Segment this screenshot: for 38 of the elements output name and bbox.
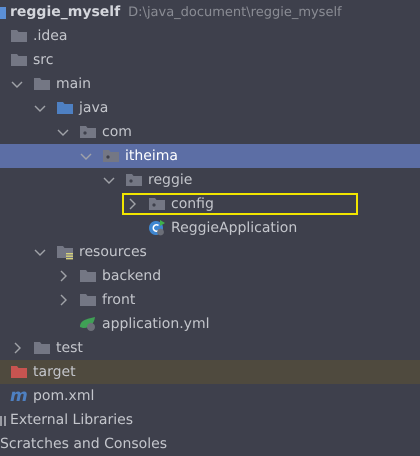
- maven-icon: m: [10, 388, 28, 404]
- package-folder-icon: [148, 196, 166, 212]
- folder-icon: [10, 28, 28, 44]
- tree-item[interactable]: ReggieApplication: [171, 220, 298, 236]
- tree-item[interactable]: config: [171, 196, 214, 212]
- tree-item[interactable]: target: [33, 364, 76, 380]
- class-icon: [148, 220, 166, 236]
- package-folder-icon: [79, 124, 97, 140]
- project-name: reggie_myself: [10, 4, 120, 20]
- tree-item[interactable]: reggie: [148, 172, 192, 188]
- tree-item[interactable]: backend: [102, 268, 162, 284]
- resources-folder-icon: [56, 244, 74, 260]
- tree-item[interactable]: test: [56, 340, 83, 356]
- package-folder-icon: [125, 172, 143, 188]
- tree-item[interactable]: com: [102, 124, 132, 140]
- tree-item[interactable]: main: [56, 76, 91, 92]
- tree-item[interactable]: java: [79, 100, 108, 116]
- library-icon: [0, 413, 8, 427]
- folder-icon: [10, 364, 28, 380]
- leaf-icon: [79, 316, 97, 332]
- folder-icon: [33, 76, 51, 92]
- tree-item[interactable]: src: [33, 52, 54, 68]
- tree-item[interactable]: pom.xml: [33, 388, 94, 404]
- tree-item[interactable]: application.yml: [102, 316, 210, 332]
- tree-item[interactable]: External Libraries: [10, 412, 133, 428]
- folder-icon: [33, 340, 51, 356]
- package-folder-icon: [102, 148, 120, 164]
- project-folder-icon: [0, 5, 6, 19]
- tree-item[interactable]: .idea: [33, 28, 68, 44]
- folder-icon: [10, 52, 28, 68]
- project-path: D:\java_document\reggie_myself: [128, 4, 342, 20]
- tree-item[interactable]: itheima: [125, 148, 178, 164]
- tree-item[interactable]: front: [102, 292, 136, 308]
- folder-icon: [79, 292, 97, 308]
- folder-icon: [79, 268, 97, 284]
- tree-item[interactable]: Scratches and Consoles: [0, 436, 167, 452]
- folder-icon: [56, 100, 74, 116]
- tree-item[interactable]: resources: [79, 244, 147, 260]
